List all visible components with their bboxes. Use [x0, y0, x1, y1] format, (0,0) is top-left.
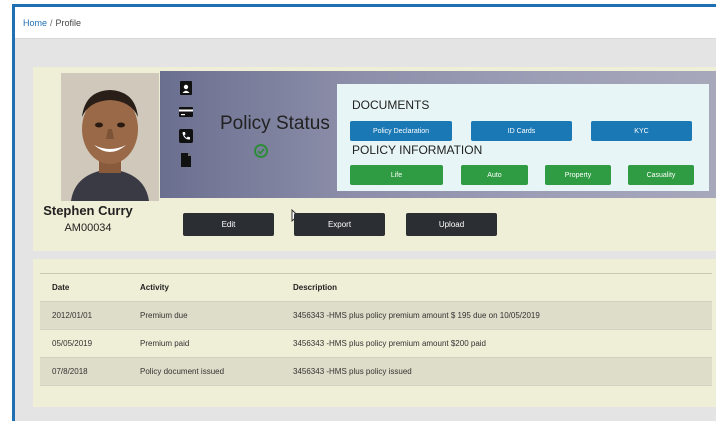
auto-button[interactable]: Auto — [461, 165, 528, 185]
breadcrumb-separator: / — [50, 18, 53, 28]
column-header-date: Date — [40, 273, 128, 302]
casuality-button[interactable]: Casuality — [628, 165, 694, 185]
profile-card: Stephen Curry AM00034 Policy Status DOCU… — [33, 67, 716, 251]
policy-information-heading: POLICY INFORMATION — [352, 143, 483, 157]
policy-status-title: Policy Status — [220, 113, 330, 134]
property-button[interactable]: Property — [545, 165, 611, 185]
id-cards-button[interactable]: ID Cards — [471, 121, 572, 141]
life-button[interactable]: Life — [350, 165, 443, 185]
phone-icon[interactable] — [179, 129, 193, 143]
breadcrumb-current: Profile — [55, 18, 82, 28]
policy-status-banner: Policy Status DOCUMENTS Policy Declarati… — [160, 71, 716, 198]
table-header-row: Date Activity Description — [40, 273, 712, 302]
column-header-activity: Activity — [128, 273, 281, 302]
table-row[interactable]: 2012/01/01 Premium due 3456343 -HMS plus… — [40, 301, 712, 330]
check-circle-icon — [254, 144, 268, 158]
breadcrumb: Home / Profile — [15, 7, 716, 39]
table-cell-date: 2012/01/01 — [40, 301, 128, 330]
table-row[interactable]: 07/8/2018 Policy document issued 3456343… — [40, 357, 712, 386]
table-cell-activity: Premium paid — [128, 329, 281, 358]
credit-card-icon[interactable] — [179, 105, 193, 119]
table-cell-date: 05/05/2019 — [40, 329, 128, 358]
table-cell-description: 3456343 -HMS plus policy issued — [281, 357, 712, 386]
export-button[interactable]: Export — [294, 213, 385, 236]
activity-table: Date Activity Description 2012/01/01 Pre… — [40, 273, 712, 386]
column-header-description: Description — [281, 273, 712, 302]
table-cell-activity: Premium due — [128, 301, 281, 330]
contact-card-icon[interactable] — [179, 81, 193, 95]
table-cell-description: 3456343 -HMS plus policy premium amount … — [281, 301, 712, 330]
user-id: AM00034 — [64, 222, 112, 234]
document-icon[interactable] — [179, 153, 193, 167]
table-cell-activity: Policy document issued — [128, 357, 281, 386]
activity-card: Date Activity Description 2012/01/01 Pre… — [33, 259, 716, 407]
kyc-button[interactable]: KYC — [591, 121, 692, 141]
app-frame: Home / Profile Stephen Curry AM00034 Pol… — [12, 4, 716, 421]
documents-info-panel: DOCUMENTS Policy Declaration ID Cards KY… — [337, 84, 709, 191]
avatar-photo — [61, 73, 159, 201]
breadcrumb-home-link[interactable]: Home — [23, 18, 47, 28]
table-cell-date: 07/8/2018 — [40, 357, 128, 386]
avatar — [61, 73, 159, 201]
user-name: Stephen Curry — [43, 203, 133, 218]
documents-heading: DOCUMENTS — [352, 98, 430, 112]
edit-button[interactable]: Edit — [183, 213, 274, 236]
side-icon-group — [179, 81, 195, 177]
policy-declaration-button[interactable]: Policy Declaration — [350, 121, 452, 141]
table-cell-description: 3456343 -HMS plus policy premium amount … — [281, 329, 712, 358]
upload-button[interactable]: Upload — [406, 213, 497, 236]
table-row[interactable]: 05/05/2019 Premium paid 3456343 -HMS plu… — [40, 329, 712, 358]
